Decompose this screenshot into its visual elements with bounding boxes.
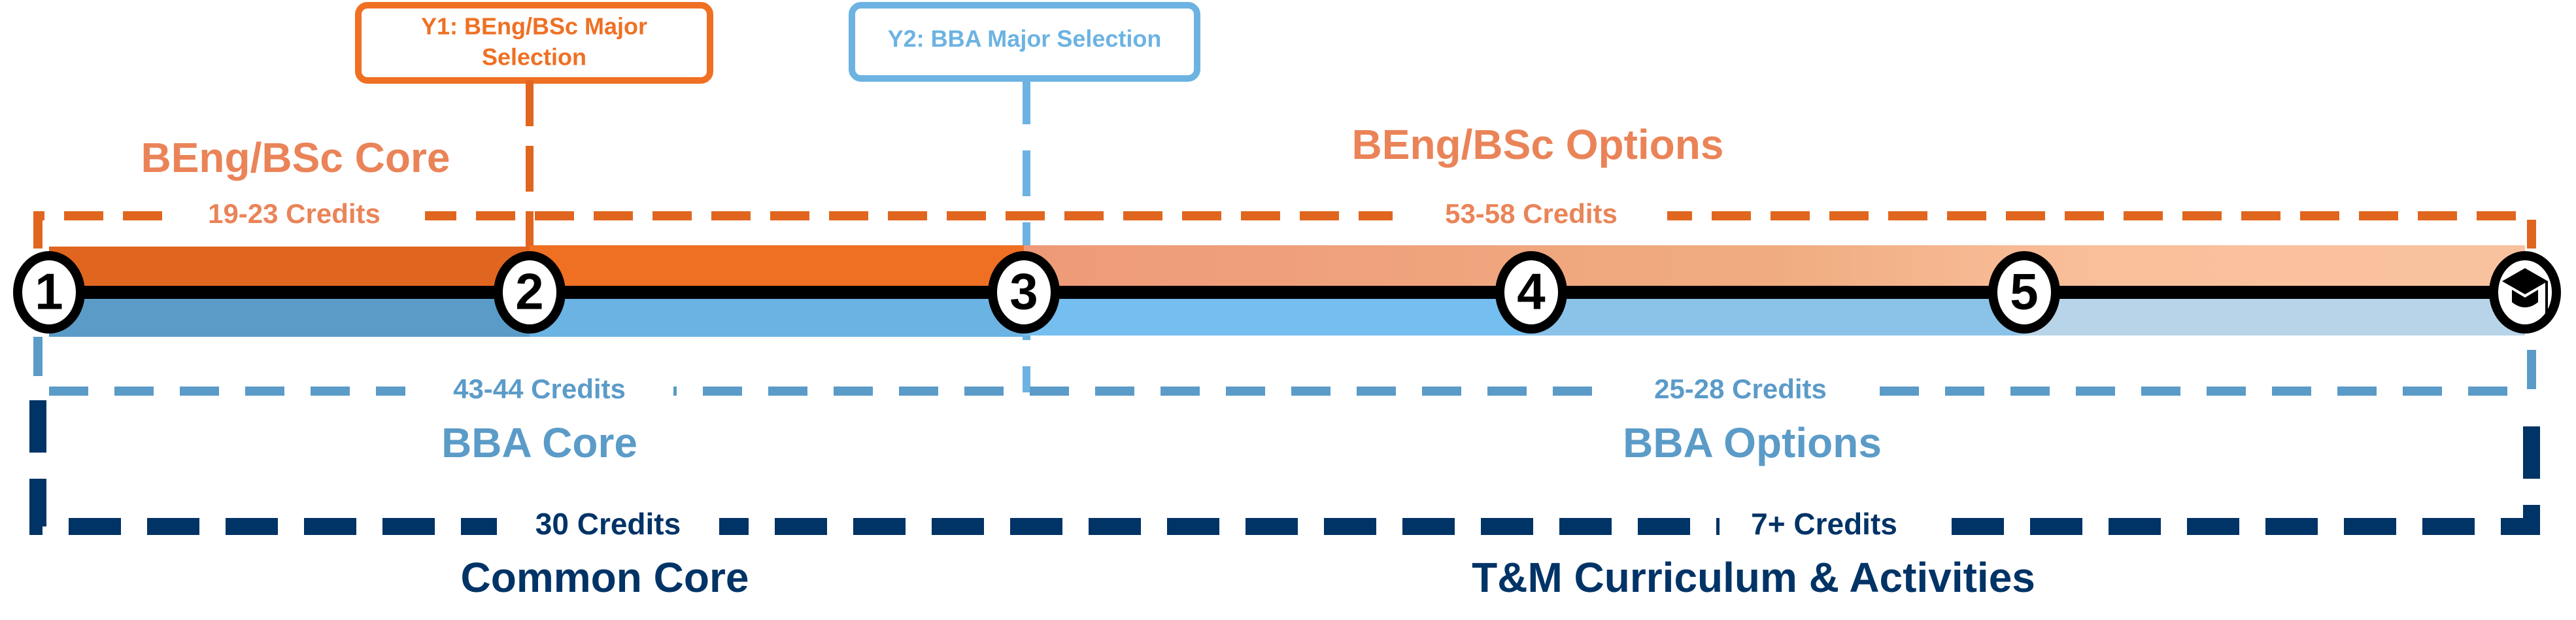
year-node-2: 2 [494,251,566,334]
node-label: 4 [1517,263,1545,320]
tm-curriculum-title: T&M Curriculum & Activities [1472,554,2035,601]
y1-callout-line1: Y1: BEng/BSc Major [421,13,647,40]
year-node-1: 1 [13,251,85,334]
year-node-5: 5 [1988,251,2060,334]
bba-core-credits: 43-44 Credits [453,373,626,404]
bba-core-title: BBA Core [441,419,637,466]
bba-options-title: BBA Options [1623,419,1882,466]
node-label: 1 [35,263,63,320]
graduation-node [2489,251,2561,334]
common-credits-bracket [29,400,2540,535]
bba-options-credits: 25-28 Credits [1654,373,1827,404]
node-label: 3 [1009,263,1038,320]
node-label: 2 [515,263,543,320]
bba-core-bar-year1 [49,292,530,337]
tm-credits: 7+ Credits [1751,507,1897,541]
common-core-credits: 30 Credits [535,507,681,541]
beng-options-title: BEng/BSc Options [1352,121,1724,168]
degree-timeline-diagram: Y1: BEng/BSc Major Selection Y2: BBA Maj… [13,2,2561,601]
y2-callout-label: Y2: BBA Major Selection [888,26,1162,52]
beng-core-credits: 19-23 Credits [208,198,381,229]
y1-callout-line2: Selection [482,44,586,71]
year-node-3: 3 [988,251,1060,334]
node-label: 5 [2010,263,2038,320]
beng-core-title: BEng/BSc Core [141,134,450,181]
year-node-4: 4 [1495,251,1567,334]
beng-options-credits: 53-58 Credits [1445,198,1618,229]
bba-core-bar-year2 [530,292,1024,337]
common-core-title: Common Core [461,554,749,601]
